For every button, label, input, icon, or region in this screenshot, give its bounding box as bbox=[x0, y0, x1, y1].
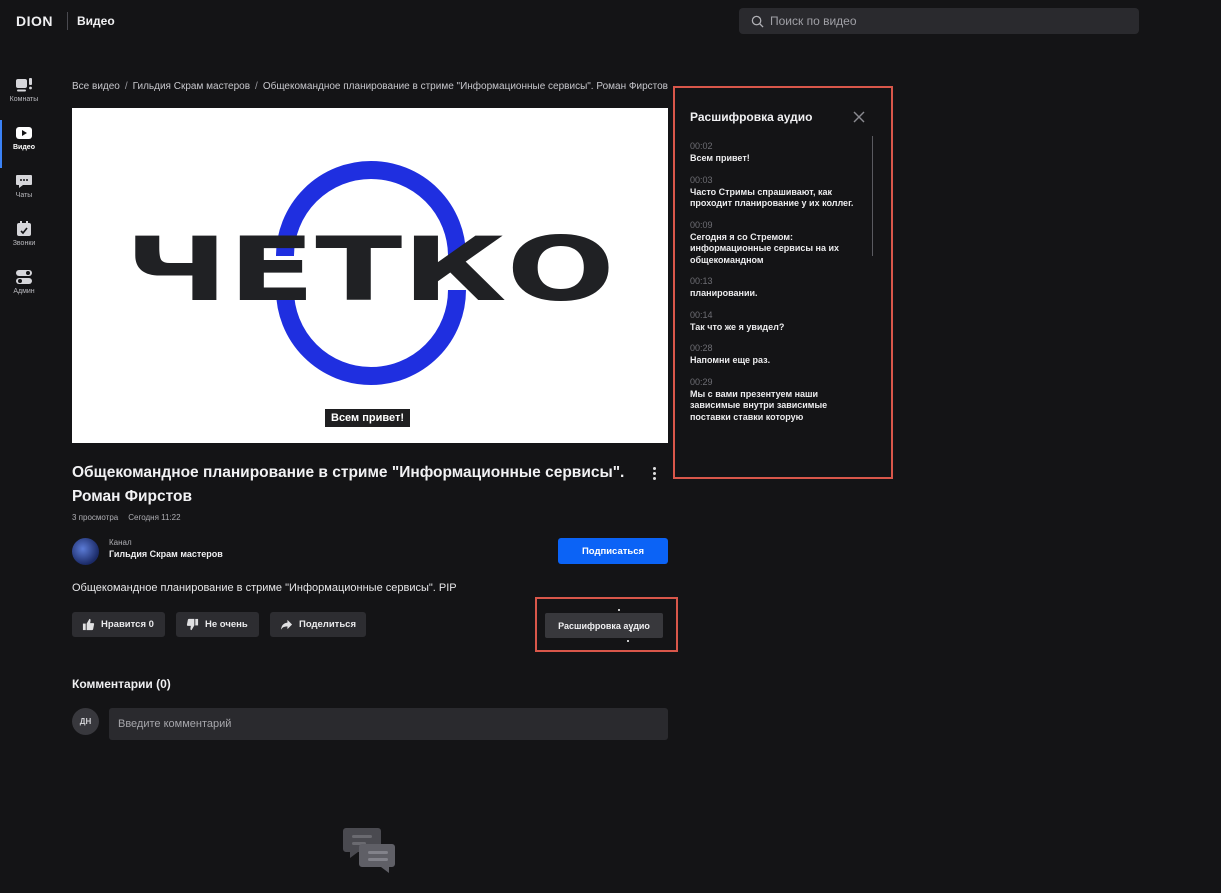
transcript-button[interactable]: Расшифровка аудио bbox=[545, 613, 663, 638]
sidebar-label-admin: Админ bbox=[13, 288, 35, 295]
svg-text:ЧЕТКО: ЧЕТКО bbox=[125, 218, 615, 321]
breadcrumb-all-videos[interactable]: Все видео bbox=[72, 81, 120, 92]
entry-time: 00:14 bbox=[690, 309, 713, 320]
entry-time: 00:28 bbox=[690, 343, 713, 353]
share-arrow-icon bbox=[280, 619, 293, 630]
breadcrumb-separator: / bbox=[124, 81, 128, 92]
cursor-mark-icon bbox=[627, 640, 629, 642]
search-icon bbox=[751, 15, 764, 28]
entry-text: Мы с вами презентуем наши зависимые внут… bbox=[690, 388, 828, 422]
entry-time: 00:03 bbox=[690, 174, 713, 185]
breadcrumb-current: Общекомандное планирование в стриме "Инф… bbox=[262, 81, 668, 92]
entry-text: Так что же я увидел? bbox=[690, 321, 785, 332]
more-dot-icon bbox=[652, 476, 656, 480]
video-description: Общекомандное планирование в стриме "Инф… bbox=[72, 582, 457, 594]
comments-title: Комментарии (0) bbox=[72, 677, 171, 691]
search-input[interactable] bbox=[770, 14, 1130, 28]
chat-icon bbox=[16, 175, 32, 188]
sidebar: Комнаты Видео Чаты Звонки Админ bbox=[0, 72, 48, 312]
like-label: Нравится 0 bbox=[101, 619, 154, 630]
video-player[interactable]: ЧЕТКО bbox=[72, 108, 668, 443]
entry-text: планировании. bbox=[690, 288, 758, 298]
share-button[interactable]: Поделиться bbox=[270, 612, 366, 637]
user-avatar: ДН bbox=[72, 708, 99, 735]
sidebar-item-chats[interactable]: Чаты bbox=[0, 168, 48, 216]
video-subtitle: Всем привет! bbox=[325, 409, 410, 427]
more-dot-icon bbox=[652, 466, 656, 470]
entry-time: 00:09 bbox=[690, 219, 713, 230]
view-count: 3 просмотра bbox=[72, 513, 119, 522]
entry-text: Всем привет! bbox=[690, 153, 750, 163]
dislike-button[interactable]: Не очень bbox=[176, 612, 259, 637]
entry-time: 00:02 bbox=[690, 141, 713, 151]
sidebar-item-calls[interactable]: Звонки bbox=[0, 216, 48, 264]
transcript-entry[interactable]: 00:02 Всем привет! bbox=[690, 141, 870, 165]
entry-text: Часто Стримы спрашивают, как проходит пл… bbox=[690, 186, 854, 209]
sidebar-item-admin[interactable]: Админ bbox=[0, 264, 48, 312]
chat-bubbles-icon bbox=[343, 828, 395, 873]
cursor-mark-icon bbox=[618, 609, 620, 611]
sidebar-label-calls: Звонки bbox=[12, 240, 36, 247]
breadcrumb-channel[interactable]: Гильдия Скрам мастеров bbox=[133, 81, 250, 92]
dislike-label: Не очень bbox=[205, 619, 248, 630]
transcript-entry[interactable]: 00:09 Сегодня я со Стремом: информационны… bbox=[690, 220, 870, 267]
transcript-panel: Расшифровка аудио 00:02 Всем привет! 00:0… bbox=[673, 86, 893, 479]
more-options-button[interactable] bbox=[646, 464, 662, 482]
transcript-title: Расшифровка аудио bbox=[690, 110, 813, 124]
sidebar-label-video: Видео bbox=[13, 144, 35, 151]
top-bar: DION Видео bbox=[0, 0, 1221, 42]
share-label: Поделиться bbox=[298, 619, 356, 630]
transcript-entry[interactable]: 00:13 планировании. bbox=[690, 276, 870, 300]
sidebar-label-rooms: Комнаты bbox=[9, 96, 39, 103]
comment-input[interactable] bbox=[109, 708, 668, 740]
transcript-entry[interactable]: 00:28 Напомни еще раз. bbox=[690, 343, 870, 367]
channel-avatar[interactable] bbox=[72, 538, 99, 565]
thumbs-up-icon bbox=[82, 618, 95, 631]
breadcrumb: Все видео / Гильдия Скрам мастеров / Общеком… bbox=[72, 81, 668, 92]
subscribe-button[interactable]: Подписаться bbox=[558, 538, 668, 564]
section-title: Видео bbox=[77, 14, 115, 28]
admin-icon bbox=[16, 270, 32, 284]
channel-name[interactable]: Гильдия Скрам мастеров bbox=[109, 549, 223, 559]
transcript-entries: 00:02 Всем привет! 00:03 Часто Стримы спра… bbox=[690, 141, 870, 433]
rooms-icon bbox=[16, 78, 32, 92]
sidebar-item-video[interactable]: Видео bbox=[0, 120, 48, 168]
publish-date: Сегодня 11:22 bbox=[128, 513, 181, 522]
sidebar-label-chats: Чаты bbox=[15, 192, 33, 199]
app-logo[interactable]: DION bbox=[16, 13, 53, 29]
like-button[interactable]: Нравится 0 bbox=[72, 612, 165, 637]
chetko-logo: ЧЕТКО bbox=[125, 161, 615, 385]
video-icon bbox=[16, 127, 32, 139]
search-bar[interactable] bbox=[739, 8, 1139, 34]
entry-text: Сегодня я со Стремом: информационные сер… bbox=[690, 231, 840, 265]
entry-time: 00:13 bbox=[690, 276, 713, 286]
breadcrumb-separator: / bbox=[255, 81, 258, 92]
video-meta: 3 просмотра Сегодня 11:22 bbox=[72, 513, 181, 522]
channel-caption: Канал bbox=[109, 538, 132, 547]
transcript-entry[interactable]: 00:14 Так что же я увидел? bbox=[690, 310, 870, 334]
more-dot-icon bbox=[652, 471, 656, 475]
logo-divider bbox=[67, 12, 68, 30]
video-title: Общекомандное планирование в стриме "Инф… bbox=[72, 464, 625, 505]
transcript-entry[interactable]: 00:03 Часто Стримы спрашивают, как проход… bbox=[690, 175, 870, 210]
calls-icon bbox=[17, 221, 31, 236]
cursor-mark-icon bbox=[630, 630, 632, 632]
transcript-scrollbar[interactable] bbox=[872, 136, 873, 256]
entry-text: Напомни еще раз. bbox=[690, 355, 771, 365]
sidebar-item-rooms[interactable]: Комнаты bbox=[0, 72, 48, 120]
transcript-entry[interactable]: 00:29 Мы с вами презентуем наши зависимые… bbox=[690, 377, 870, 424]
thumbs-down-icon bbox=[186, 618, 199, 631]
entry-time: 00:29 bbox=[690, 376, 713, 387]
close-icon[interactable] bbox=[852, 110, 866, 124]
